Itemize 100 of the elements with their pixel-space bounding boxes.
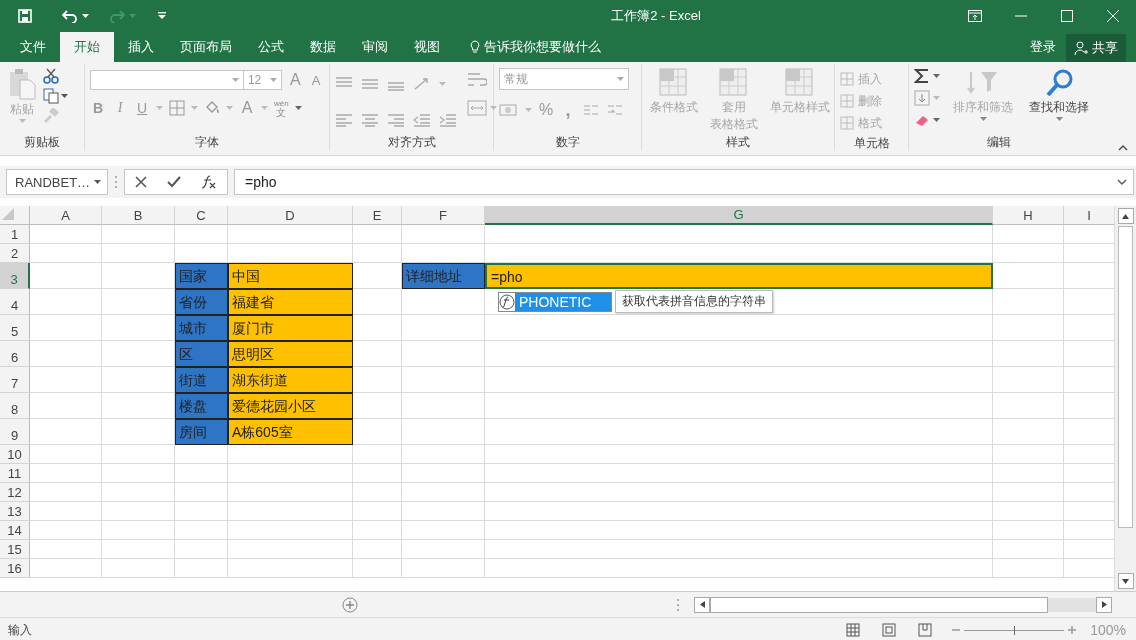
scrollbar-thumb[interactable] (710, 596, 1048, 613)
ribbon-tab[interactable]: 插入 (116, 32, 166, 62)
close-icon[interactable] (1107, 10, 1119, 22)
caret-icon[interactable] (933, 73, 940, 79)
caret-icon[interactable] (82, 13, 89, 19)
fill-color-icon[interactable] (204, 100, 220, 116)
add-sheet-icon[interactable] (342, 596, 358, 613)
tell-me-search[interactable]: 告诉我你想要做什么 (484, 38, 601, 56)
column-header[interactable]: D (228, 206, 353, 225)
select-all-icon[interactable] (0, 206, 14, 220)
scrollbar-thumb[interactable] (1118, 226, 1133, 528)
caret-icon[interactable] (61, 93, 68, 99)
row-header[interactable]: 16 (0, 559, 30, 578)
undo-icon[interactable] (62, 9, 78, 23)
column-header[interactable]: B (102, 206, 175, 225)
align-right-icon[interactable] (387, 113, 405, 127)
column-header[interactable]: G (485, 206, 993, 225)
drag-handle-icon[interactable] (114, 175, 118, 189)
page-layout-icon[interactable] (882, 623, 897, 637)
row-header[interactable]: 1 (0, 225, 30, 244)
ribbon-tab[interactable]: 数据 (298, 32, 348, 62)
ribbon-tab[interactable]: 公式 (246, 32, 296, 62)
number-format-field[interactable]: 常规 (499, 68, 629, 90)
ribbon-tab[interactable]: 视图 (402, 32, 452, 62)
expand-caret-icon[interactable] (1117, 179, 1127, 185)
row-header[interactable]: 6 (0, 341, 30, 367)
row-header[interactable]: 2 (0, 244, 30, 263)
scroll-down-button[interactable] (1117, 573, 1134, 589)
sign-in-link[interactable]: 登录 (1020, 32, 1066, 62)
caret-icon[interactable] (94, 179, 101, 185)
increase-indent-icon[interactable] (439, 113, 457, 127)
page-break-icon[interactable] (918, 623, 933, 637)
scroll-left-button[interactable] (694, 596, 710, 613)
column-header[interactable]: I (1064, 206, 1114, 225)
column-header[interactable]: H (993, 206, 1064, 225)
ribbon-tab[interactable]: 页面布局 (168, 32, 244, 62)
row-header[interactable]: 8 (0, 393, 30, 419)
zoom-in-icon[interactable] (1068, 626, 1077, 634)
cancel-icon[interactable] (135, 176, 147, 188)
redo-icon[interactable] (109, 9, 125, 23)
zoom-out-icon[interactable] (952, 626, 961, 634)
normal-view-icon[interactable] (846, 623, 861, 637)
scroll-up-button[interactable] (1117, 208, 1134, 224)
formula-field[interactable]: =pho (234, 169, 1134, 195)
name-box[interactable]: RANDBET… (6, 169, 108, 195)
decrease-decimal-icon[interactable] (606, 102, 624, 118)
caret-icon[interactable] (294, 105, 302, 111)
row-header[interactable]: 5 (0, 315, 30, 341)
increase-decimal-icon[interactable] (582, 102, 600, 118)
column-header[interactable]: E (353, 206, 402, 225)
align-left-icon[interactable] (335, 113, 353, 127)
decrease-indent-icon[interactable] (413, 113, 431, 127)
phonetic-guide-button[interactable]: wén 文 (274, 99, 289, 117)
copy-icon[interactable] (43, 88, 59, 104)
row-header[interactable]: 15 (0, 540, 30, 559)
lightbulb-icon[interactable] (470, 40, 480, 54)
align-center-icon[interactable] (361, 113, 379, 127)
down-arrow-icon[interactable] (1122, 578, 1129, 584)
person-add-icon[interactable] (1074, 41, 1088, 55)
row-header[interactable]: 3 (0, 263, 30, 289)
ribbon-tab[interactable]: 审阅 (350, 32, 400, 62)
drag-handle-icon[interactable] (676, 597, 680, 612)
column-header[interactable]: A (30, 206, 102, 225)
column-header[interactable]: C (175, 206, 228, 225)
ribbon-tab[interactable]: 开始 (60, 32, 114, 62)
collapse-ribbon-icon[interactable] (1118, 145, 1128, 151)
share-button[interactable]: 共享 (1066, 34, 1126, 62)
caret-icon[interactable] (1055, 117, 1063, 122)
maximize-icon[interactable] (1061, 10, 1073, 22)
ribbon-display-icon[interactable] (968, 10, 982, 22)
fill-down-icon[interactable] (914, 90, 930, 106)
active-cell[interactable]: =pho (485, 263, 993, 289)
font-name-field[interactable] (90, 70, 244, 90)
autocomplete-item[interactable]: PHONETIC (515, 292, 611, 311)
caret-icon[interactable] (933, 117, 940, 123)
row-header[interactable]: 4 (0, 289, 30, 315)
row-header[interactable]: 7 (0, 367, 30, 393)
row-header[interactable]: 9 (0, 419, 30, 445)
merge-cells-icon[interactable] (467, 100, 487, 116)
save-icon[interactable] (18, 9, 32, 23)
editing-button[interactable]: 查找和选择 (1026, 68, 1092, 133)
check-icon[interactable] (167, 176, 181, 188)
row-header[interactable]: 14 (0, 521, 30, 540)
clipboard-icon[interactable] (8, 68, 36, 100)
wrap-text-icon[interactable] (467, 72, 487, 88)
sum-icon[interactable] (914, 68, 930, 84)
borders-icon[interactable] (169, 100, 185, 116)
column-header[interactable]: F (402, 206, 485, 225)
insert-function-icon[interactable] (201, 175, 217, 189)
customize-caret-icon[interactable] (158, 12, 166, 20)
left-arrow-icon[interactable] (699, 601, 705, 608)
scroll-right-button[interactable] (1096, 596, 1112, 613)
row-header[interactable]: 13 (0, 502, 30, 521)
row-header[interactable]: 11 (0, 464, 30, 483)
row-header[interactable]: 10 (0, 445, 30, 464)
currency-icon[interactable] (499, 102, 519, 118)
ribbon-tab[interactable]: 文件 (8, 32, 58, 62)
align-middle-icon[interactable] (361, 77, 379, 91)
text-orientation-icon[interactable] (413, 77, 431, 91)
right-arrow-icon[interactable] (1101, 601, 1107, 608)
